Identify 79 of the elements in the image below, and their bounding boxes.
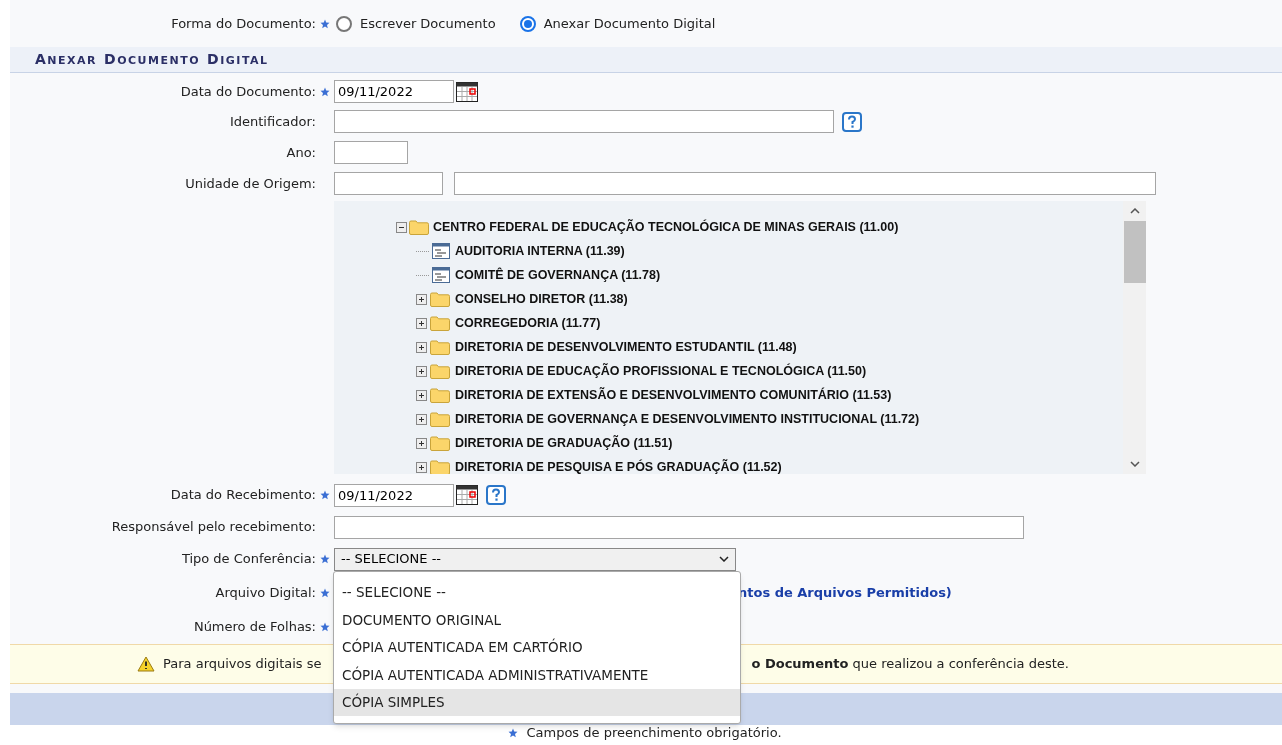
input-field[interactable] <box>454 172 1156 195</box>
tree-item[interactable]: DIRETORIA DE GRADUAÇÃO (11.51) <box>455 433 673 453</box>
required-star-icon <box>320 588 330 598</box>
expand-icon[interactable] <box>416 461 427 473</box>
field-label: Data do Documento: <box>180 82 316 101</box>
expand-icon[interactable] <box>416 341 427 353</box>
help-icon[interactable] <box>842 111 862 132</box>
input-field[interactable] <box>334 515 1024 539</box>
field-label: Arquivo Digital: <box>215 584 316 603</box>
folder-icon <box>409 219 429 235</box>
folder-icon <box>430 459 450 474</box>
field-label: Data do Recebimento: <box>170 486 316 505</box>
warning-icon <box>137 656 155 672</box>
calendar-icon[interactable] <box>456 485 478 505</box>
calendar-icon[interactable] <box>456 81 478 102</box>
warning-text: o Documento que realizou a conferência deste. <box>751 655 1069 674</box>
dropdown-option[interactable]: DOCUMENTO ORIGINAL <box>334 606 740 634</box>
caret-icon <box>719 556 729 562</box>
required-star-icon <box>508 728 519 738</box>
field-label: Tipo de Conferência: <box>181 550 316 569</box>
expand-icon[interactable] <box>416 317 427 329</box>
tree-item[interactable]: DIRETORIA DE GOVERNANÇA E DESENVOLVIMENTO INSTITUCIONAL (11.72) <box>455 409 920 429</box>
tree-item[interactable]: DIRETORIA DE DESENVOLVIMENTO ESTUDANTIL (11.48) <box>455 337 797 357</box>
folder-icon <box>430 339 450 355</box>
expand-icon[interactable] <box>416 413 427 425</box>
folder-icon <box>430 435 450 451</box>
tree-item[interactable]: CONSELHO DIRETOR (11.38) <box>455 289 628 309</box>
tree-item[interactable]: DIRETORIA DE PESQUISA E PÓS GRADUAÇÃO (11.52) <box>455 457 782 474</box>
select-field[interactable]: -- SELECIONE -- <box>334 547 736 571</box>
dropdown-option[interactable]: -- SELECIONE -- <box>334 578 740 606</box>
expand-icon[interactable] <box>416 389 427 401</box>
field-label: Forma do Documento: <box>171 14 316 33</box>
input-field[interactable] <box>334 172 443 195</box>
field-label: Responsável pelo recebimento: <box>111 518 316 537</box>
tree-item[interactable]: CORREGEDORIA (11.77) <box>455 313 601 333</box>
dropdown-option[interactable]: CÓPIA AUTENTICADA ADMINISTRATIVAMENTE <box>334 661 740 689</box>
tree-item[interactable]: CENTRO FEDERAL DE EDUCAÇÃO TECNOLÓGICA DE MINAS GERAIS (11.00) <box>433 217 899 237</box>
radio-button[interactable] <box>519 15 536 32</box>
tree-item[interactable]: DIRETORIA DE EDUCAÇÃO PROFISSIONAL E TECNOLÓGICA (11.50) <box>455 361 867 381</box>
warning-text: Para arquivos digitais se <box>163 655 322 674</box>
required-star-icon <box>320 554 330 564</box>
scroll-down-icon[interactable] <box>1129 461 1140 467</box>
expand-icon[interactable] <box>416 293 427 305</box>
document-list-icon <box>432 243 450 259</box>
scrollbar-thumb[interactable] <box>1123 221 1146 283</box>
scrollbar[interactable] <box>1123 201 1146 474</box>
section-header: ANEXAR DOCUMENTO DIGITAL <box>10 47 1282 73</box>
dropdown-option[interactable]: CÓPIA AUTENTICADA EM CARTÓRIO <box>334 633 740 661</box>
required-star-icon <box>320 490 330 500</box>
tree-item[interactable]: AUDITORIA INTERNA (11.39) <box>455 241 625 261</box>
scroll-up-icon[interactable] <box>1129 208 1140 214</box>
help-icon[interactable] <box>486 485 506 505</box>
radio-label: Escrever Documento <box>360 14 496 33</box>
folder-icon <box>430 387 450 403</box>
input-field[interactable] <box>334 141 408 164</box>
document-list-icon <box>432 267 450 283</box>
input-field[interactable]: 09/11/2022 <box>334 80 454 103</box>
folder-icon <box>430 411 450 427</box>
required-star-icon <box>320 622 330 632</box>
tree-item[interactable]: DIRETORIA DE EXTENSÃO E DESENVOLVIMENTO COMUNITÁRIO (11.53) <box>455 385 892 405</box>
input-field[interactable] <box>334 110 834 133</box>
dropdown-option[interactable]: CÓPIA SIMPLES <box>334 688 740 716</box>
input-field[interactable]: 09/11/2022 <box>334 483 454 507</box>
folder-icon <box>430 363 450 379</box>
footnote: Campos de preenchimento obrigatório. <box>526 726 782 740</box>
expand-icon[interactable] <box>416 365 427 377</box>
required-star-icon <box>320 86 330 97</box>
tree-item[interactable]: COMITÊ DE GOVERNANÇA (11.78) <box>455 265 661 285</box>
field-label: Número de Folhas: <box>193 618 316 637</box>
required-star-icon <box>320 18 330 29</box>
field-label: Unidade de Origem: <box>185 174 316 193</box>
field-label: Identificador: <box>229 112 316 131</box>
field-label: Ano: <box>286 143 316 162</box>
folder-icon <box>430 315 450 331</box>
expand-icon[interactable] <box>416 437 427 449</box>
folder-icon <box>430 291 450 307</box>
collapse-icon[interactable] <box>396 221 407 233</box>
radio-label: Anexar Documento Digital <box>543 14 716 33</box>
radio-button[interactable] <box>336 15 352 32</box>
